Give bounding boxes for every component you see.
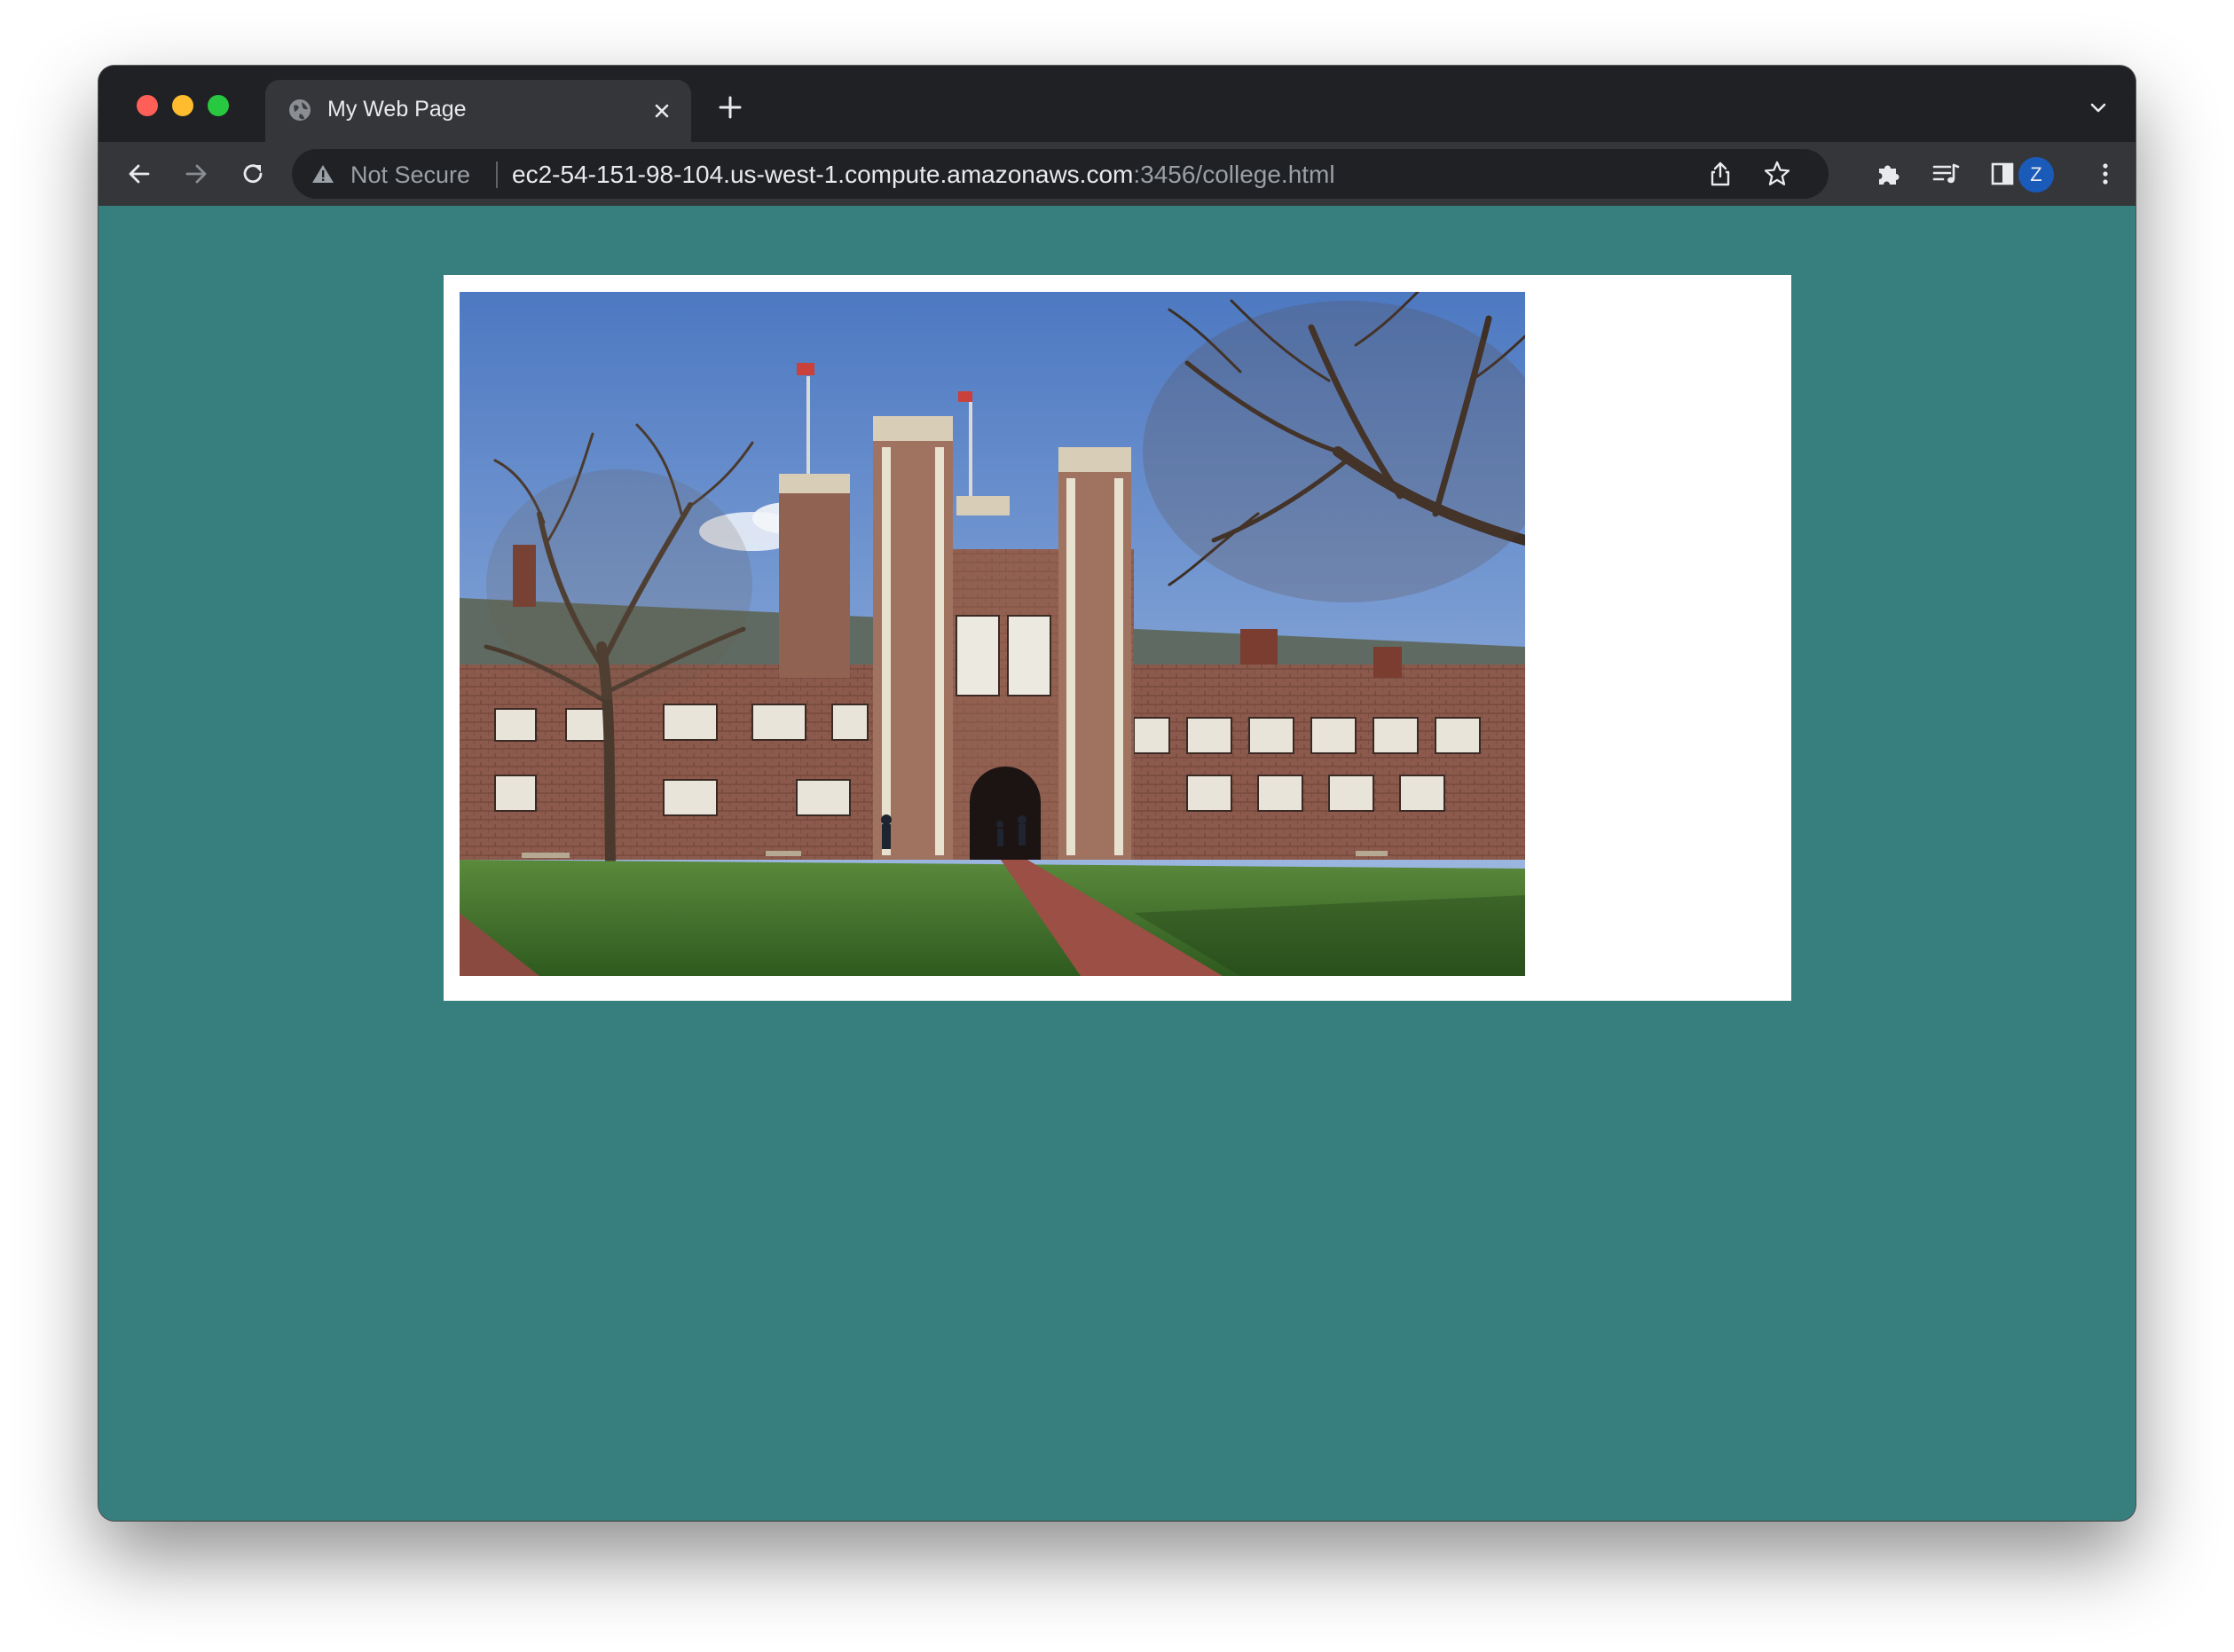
college-photo-graphic [460,292,1525,976]
media-icon[interactable] [1930,158,1962,190]
minimize-window-button[interactable] [172,95,193,116]
url-text[interactable]: ec2-54-151-98-104.us-west-1.compute.amaz… [512,161,1335,189]
tab-strip: My Web Page [98,66,2136,142]
address-separator [496,161,498,188]
tab-my-web-page[interactable]: My Web Page [265,80,691,142]
browser-window: My Web Page Not Secure ec2-54-151-98-104… [98,66,2136,1521]
forward-icon[interactable] [180,158,212,190]
maximize-window-button[interactable] [208,95,229,116]
new-tab-icon[interactable] [715,92,745,122]
reload-icon[interactable] [237,158,269,190]
page-content [98,206,2136,1521]
bookmark-star-icon[interactable] [1763,160,1791,188]
warning-icon[interactable] [311,163,334,185]
extensions-icon[interactable] [1873,158,1905,190]
security-label[interactable]: Not Secure [350,161,470,189]
url-path: :3456/college.html [1133,161,1335,188]
close-tab-icon[interactable] [647,96,677,126]
globe-icon [289,99,311,121]
url-host: ec2-54-151-98-104.us-west-1.compute.amaz… [512,161,1134,188]
chevron-down-icon[interactable] [2086,96,2111,121]
browser-toolbar: Not Secure ec2-54-151-98-104.us-west-1.c… [98,142,2136,206]
share-icon[interactable] [1706,160,1734,188]
close-window-button[interactable] [137,95,158,116]
address-bar[interactable]: Not Secure ec2-54-151-98-104.us-west-1.c… [292,149,1829,199]
profile-avatar[interactable]: Z [2018,157,2054,193]
content-panel [444,275,1791,1001]
college-building-photo [460,292,1525,976]
menu-icon[interactable] [2089,158,2121,190]
tab-title: My Web Page [327,97,467,122]
side-panel-icon[interactable] [1986,158,2018,190]
back-icon[interactable] [123,158,155,190]
